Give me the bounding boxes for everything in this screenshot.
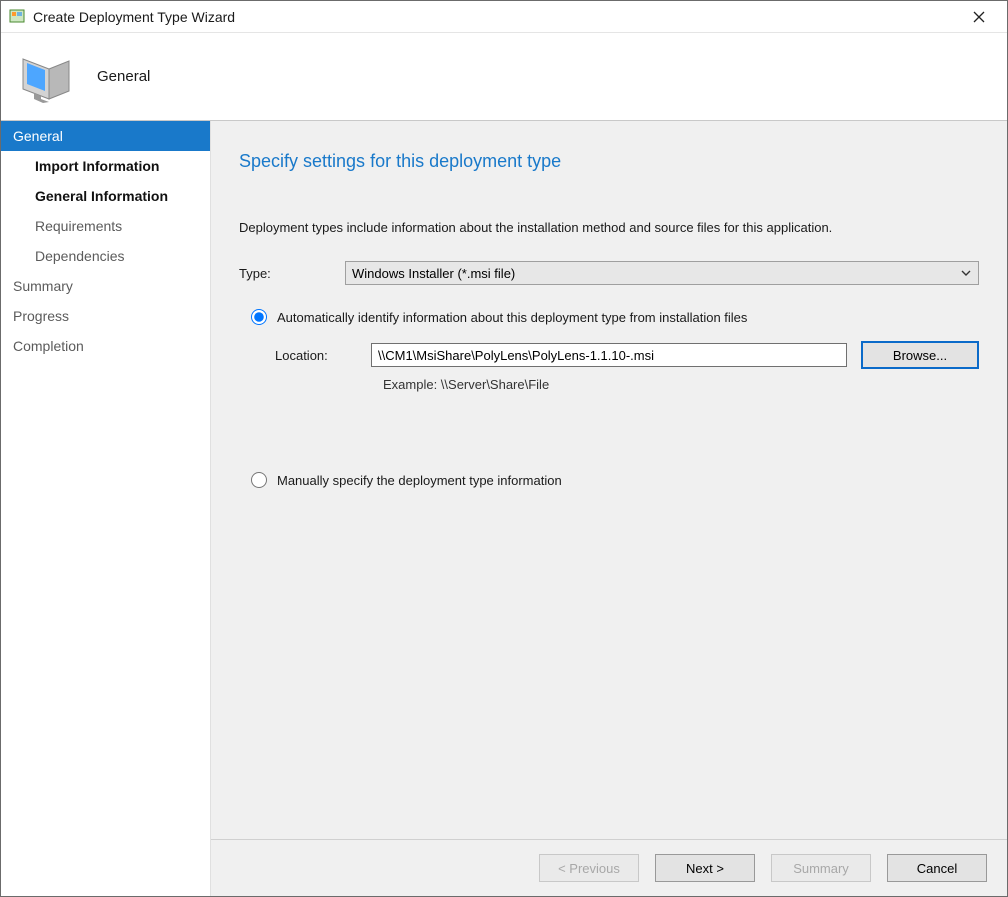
- wizard-header: General: [1, 33, 1007, 121]
- sidebar-item-summary[interactable]: Summary: [1, 271, 210, 301]
- type-row: Type: Windows Installer (*.msi file): [239, 261, 979, 285]
- sidebar-item-import-information[interactable]: Import Information: [1, 151, 210, 181]
- content-panel: Specify settings for this deployment typ…: [211, 121, 1007, 840]
- radio-auto[interactable]: [251, 309, 267, 325]
- location-label: Location:: [275, 348, 371, 363]
- close-button[interactable]: [961, 3, 997, 31]
- content-wrap: Specify settings for this deployment typ…: [211, 121, 1007, 896]
- sidebar-item-general[interactable]: General: [1, 121, 210, 151]
- radio-manual-row[interactable]: Manually specify the deployment type inf…: [239, 472, 979, 488]
- wizard-footer: < Previous Next > Summary Cancel: [211, 840, 1007, 896]
- previous-button: < Previous: [539, 854, 639, 882]
- location-example: Example: \\Server\Share\File: [239, 377, 979, 392]
- next-button[interactable]: Next >: [655, 854, 755, 882]
- header-title: General: [97, 68, 150, 85]
- page-heading: Specify settings for this deployment typ…: [239, 151, 979, 172]
- type-label: Type:: [239, 266, 345, 281]
- titlebar: Create Deployment Type Wizard: [1, 1, 1007, 33]
- radio-manual[interactable]: [251, 472, 267, 488]
- app-icon: [9, 9, 25, 25]
- location-row: Location: Browse...: [239, 341, 979, 369]
- wizard-window: Create Deployment Type Wizard General Ge…: [0, 0, 1008, 897]
- wizard-sidebar: General Import Information General Infor…: [1, 121, 211, 896]
- cancel-button[interactable]: Cancel: [887, 854, 987, 882]
- window-title: Create Deployment Type Wizard: [33, 9, 961, 25]
- location-input[interactable]: [371, 343, 847, 367]
- sidebar-item-dependencies[interactable]: Dependencies: [1, 241, 210, 271]
- type-select[interactable]: Windows Installer (*.msi file): [345, 261, 979, 285]
- page-description: Deployment types include information abo…: [239, 220, 979, 235]
- summary-button: Summary: [771, 854, 871, 882]
- sidebar-item-requirements[interactable]: Requirements: [1, 211, 210, 241]
- browse-button[interactable]: Browse...: [861, 341, 979, 369]
- radio-auto-label: Automatically identify information about…: [277, 310, 747, 325]
- radio-auto-row[interactable]: Automatically identify information about…: [239, 309, 979, 325]
- wizard-body: General Import Information General Infor…: [1, 121, 1007, 896]
- sidebar-item-completion[interactable]: Completion: [1, 331, 210, 361]
- monitor-icon: [19, 49, 75, 105]
- sidebar-item-progress[interactable]: Progress: [1, 301, 210, 331]
- sidebar-item-general-information[interactable]: General Information: [1, 181, 210, 211]
- radio-manual-label: Manually specify the deployment type inf…: [277, 473, 562, 488]
